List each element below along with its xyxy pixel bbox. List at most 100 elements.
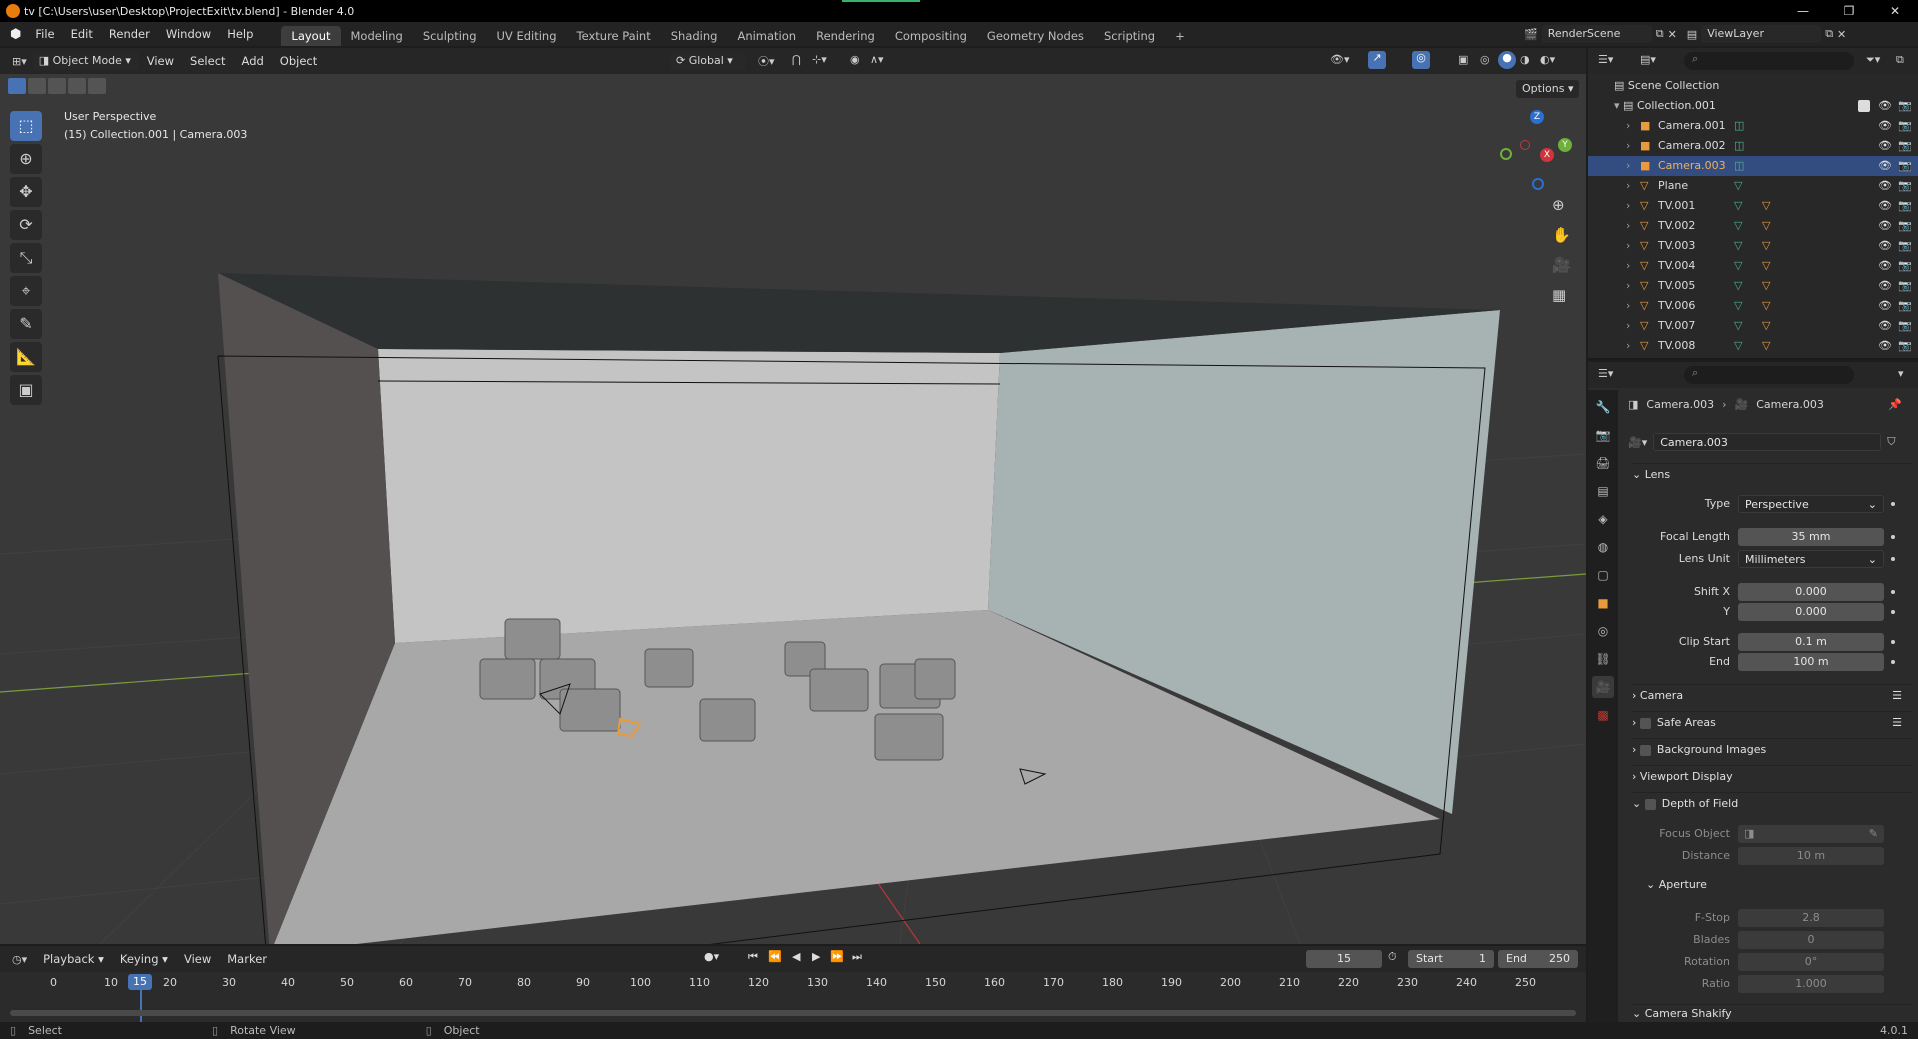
clip-end-field[interactable]: 100 m	[1738, 653, 1884, 671]
keyframe-dot[interactable]	[1891, 590, 1895, 594]
camera-shakify-section-header[interactable]: ⌄ Camera Shakify	[1632, 1004, 1912, 1022]
expand-arrow-icon[interactable]: ›	[1626, 216, 1630, 236]
measure-tool-icon[interactable]: 📐	[10, 342, 42, 372]
current-frame-field[interactable]: 15	[1306, 950, 1382, 968]
snap-target-icon[interactable]: ⊹▾	[812, 53, 827, 66]
keyframe-dot[interactable]	[1891, 502, 1895, 506]
restore-button[interactable]: ❐	[1826, 0, 1872, 22]
tool-props-icon[interactable]: 🔧	[1592, 396, 1614, 418]
add-workspace-button[interactable]: +	[1165, 26, 1195, 46]
mesh-data-icon[interactable]: ▽	[1734, 196, 1742, 216]
viewlayer-props-icon[interactable]: ▤	[1592, 480, 1614, 502]
delete-scene-icon[interactable]: ✕	[1668, 28, 1677, 41]
pin-icon[interactable]: 📌	[1888, 398, 1902, 411]
menu-window[interactable]: Window	[158, 22, 219, 46]
breadcrumb-data[interactable]: Camera.003	[1756, 398, 1824, 411]
timeline-area[interactable]: 0 10 20 30 40 50 60 70 80 90 100 110 120…	[0, 972, 1586, 1022]
ratio-field[interactable]: 1.000	[1738, 975, 1884, 993]
visibility-icon[interactable]: 👁▾	[1330, 53, 1350, 66]
visibility-eye-icon[interactable]: 👁	[1878, 296, 1892, 316]
scene-props-icon[interactable]: ◈	[1592, 508, 1614, 530]
aperture-subsection-header[interactable]: ⌄ Aperture	[1646, 878, 1707, 891]
mesh-data-icon[interactable]: ▽	[1734, 236, 1742, 256]
expand-arrow-icon[interactable]: ›	[1626, 296, 1630, 316]
render-camera-icon[interactable]: 📷	[1898, 136, 1912, 156]
menu-object[interactable]: Object	[272, 49, 325, 73]
select-intersect-icon[interactable]	[88, 78, 106, 94]
background-images-section-header[interactable]: › Background Images	[1632, 738, 1912, 760]
visibility-eye-icon[interactable]: 👁	[1878, 336, 1892, 356]
lens-unit-dropdown[interactable]: Millimeters ⌄	[1738, 550, 1884, 568]
modifier-icon[interactable]: ▽	[1762, 316, 1770, 336]
delete-viewlayer-icon[interactable]: ✕	[1837, 28, 1846, 41]
gizmo-neg-x[interactable]	[1520, 140, 1530, 150]
lens-section-header[interactable]: ⌄ Lens	[1632, 463, 1912, 485]
fstop-field[interactable]: 2.8	[1738, 909, 1884, 927]
blades-field[interactable]: 0	[1738, 931, 1884, 949]
properties-search-input[interactable]: ⌕	[1684, 366, 1854, 384]
tab-animation[interactable]: Animation	[727, 26, 806, 46]
timeline-scrollbar[interactable]	[10, 1010, 1576, 1016]
visibility-eye-icon[interactable]: 👁	[1878, 216, 1892, 236]
menu-help[interactable]: Help	[219, 22, 261, 46]
tab-geometry-nodes[interactable]: Geometry Nodes	[977, 26, 1094, 46]
blender-menu-icon[interactable]: ⬢	[10, 27, 21, 42]
expand-arrow-icon[interactable]: ›	[1626, 336, 1630, 356]
collection-checkbox[interactable]	[1858, 100, 1870, 112]
safe-areas-checkbox[interactable]	[1639, 717, 1651, 729]
tab-uv-editing[interactable]: UV Editing	[487, 26, 567, 46]
falloff-icon[interactable]: ∧▾	[870, 53, 884, 66]
outliner-item[interactable]: › ▽ TV.003 ▽ ▽ 👁 📷	[1588, 236, 1918, 256]
end-frame-field[interactable]: End 250	[1498, 950, 1578, 968]
datablock-name-field[interactable]: Camera.003	[1653, 433, 1882, 451]
outliner-item[interactable]: › ■ Camera.002 ◫ 👁 📷	[1588, 136, 1918, 156]
outliner-item[interactable]: › ■ Camera.001 ◫ 👁 📷	[1588, 116, 1918, 136]
visibility-eye-icon[interactable]: 👁	[1878, 256, 1892, 276]
new-viewlayer-icon[interactable]: ⧉	[1825, 27, 1833, 41]
keyframe-dot[interactable]	[1891, 610, 1895, 614]
mesh-data-icon[interactable]: ▽	[1734, 296, 1742, 316]
menu-playback[interactable]: Playback ▾	[35, 947, 112, 971]
focal-length-field[interactable]: 35 mm	[1738, 528, 1884, 546]
start-frame-field[interactable]: Start 1	[1408, 950, 1494, 968]
scene-icon[interactable]: 🎬	[1524, 28, 1538, 41]
menu-marker[interactable]: Marker	[219, 947, 275, 971]
render-props-icon[interactable]: 📷	[1592, 424, 1614, 446]
outliner-item[interactable]: › ■ Camera.003 ◫ 👁 📷	[1588, 156, 1918, 176]
camera-data-icon[interactable]: ◫	[1734, 136, 1744, 156]
tab-sculpting[interactable]: Sculpting	[413, 26, 487, 46]
solid-shading-icon[interactable]: ●	[1498, 51, 1516, 69]
viewlayer-name-field[interactable]: ViewLayer	[1701, 25, 1822, 43]
visibility-eye-icon[interactable]: 👁	[1878, 316, 1892, 336]
properties-editor-icon[interactable]: ☰▾	[1598, 367, 1613, 380]
gizmo-x-axis[interactable]: X	[1540, 148, 1554, 162]
breadcrumb-object[interactable]: Camera.003	[1646, 398, 1714, 411]
tab-compositing[interactable]: Compositing	[885, 26, 977, 46]
lens-type-dropdown[interactable]: Perspective ⌄	[1738, 495, 1884, 513]
new-collection-icon[interactable]: ⧉	[1896, 53, 1904, 67]
navigation-gizmo[interactable]: Z Y X	[1496, 110, 1576, 190]
menu-edit[interactable]: Edit	[63, 22, 101, 46]
camera-section-header[interactable]: › Camera ☰	[1632, 684, 1912, 706]
focus-object-field[interactable]: ◨ ✎	[1738, 825, 1884, 843]
outliner-search-input[interactable]: ⌕	[1684, 52, 1854, 70]
menu-view[interactable]: View	[139, 49, 182, 73]
viewport-display-section-header[interactable]: › Viewport Display	[1632, 765, 1912, 787]
camera-view-icon[interactable]: 🎥	[1552, 256, 1571, 274]
gizmo-neg-z[interactable]	[1532, 178, 1544, 190]
stopwatch-icon[interactable]: ⏱	[1388, 950, 1397, 964]
mesh-data-icon[interactable]: ▽	[1734, 316, 1742, 336]
keyframe-dot[interactable]	[1891, 557, 1895, 561]
render-camera-icon[interactable]: 📷	[1898, 276, 1912, 296]
outliner-item[interactable]: › ▽ TV.001 ▽ ▽ 👁 📷	[1588, 196, 1918, 216]
visibility-eye-icon[interactable]: 👁	[1878, 196, 1892, 216]
render-camera-icon[interactable]: 📷	[1898, 216, 1912, 236]
dof-section-header[interactable]: ⌄ Depth of Field	[1632, 792, 1912, 814]
visibility-eye-icon[interactable]: 👁	[1878, 276, 1892, 296]
render-camera-icon[interactable]: 📷	[1898, 256, 1912, 276]
modifier-icon[interactable]: ▽	[1762, 296, 1770, 316]
shift-x-field[interactable]: 0.000	[1738, 583, 1884, 601]
scene-name-field[interactable]: RenderScene	[1541, 25, 1652, 43]
eyedropper-icon[interactable]: ✎	[1869, 825, 1878, 843]
play-reverse-icon[interactable]: ◀	[792, 950, 800, 963]
